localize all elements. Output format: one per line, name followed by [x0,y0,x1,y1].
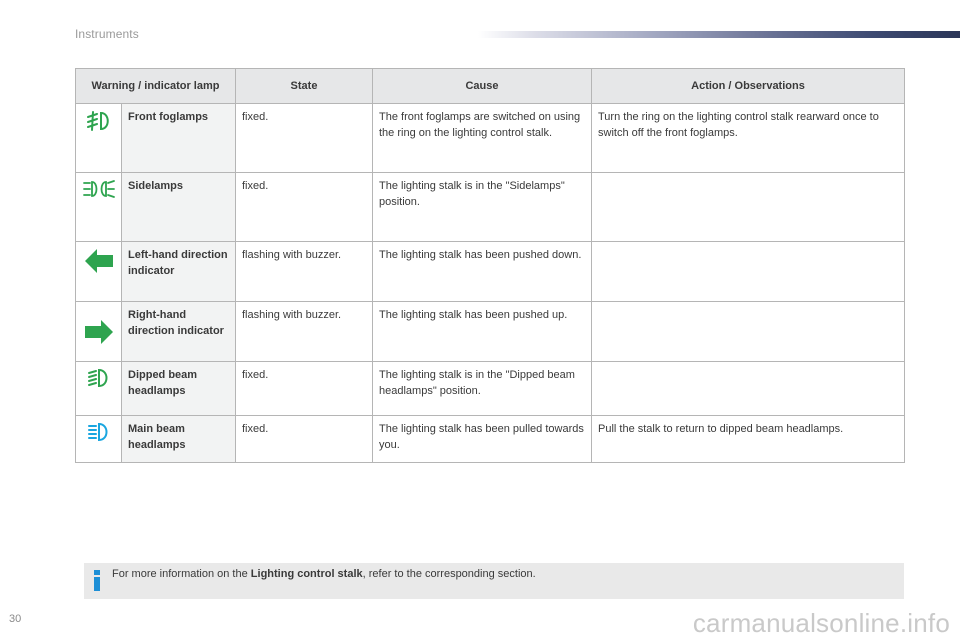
lamp-name: Sidelamps [121,172,236,242]
info-text-after: , refer to the corresponding section. [362,568,536,580]
lamp-icon-cell [75,172,122,242]
lamp-icon-cell [75,415,122,463]
table-row: Front foglamps fixed. The front foglamps… [75,103,905,173]
column-header-cause: Cause [372,68,592,104]
lamp-action [591,361,905,416]
table-row: Main beam headlamps fixed. The lighting … [75,415,905,463]
lamp-action: Turn the ring on the lighting control st… [591,103,905,173]
lamp-state: fixed. [235,361,373,416]
info-icon [94,570,100,591]
table-row: Right-hand direction indicator flashing … [75,301,905,362]
right-arrow-icon [84,320,113,344]
lamp-state: flashing with buzzer. [235,301,373,362]
lamp-cause: The lighting stalk has been pulled towar… [372,415,592,463]
column-header-state: State [235,68,373,104]
info-box: For more information on the Lighting con… [84,563,904,599]
lamp-state: fixed. [235,103,373,173]
lamp-cause: The front foglamps are switched on using… [372,103,592,173]
section-title: Instruments [75,27,139,41]
lamp-state: fixed. [235,172,373,242]
sidelamps-icon [83,180,115,198]
column-header-action: Action / Observations [591,68,905,104]
table-row: Dipped beam headlamps fixed. The lightin… [75,361,905,416]
table-row: Left-hand direction indicator flashing w… [75,241,905,302]
lamp-name: Left-hand direction indicator [121,241,236,302]
main-beam-icon [87,422,107,442]
warning-lamps-table: Warning / indicator lamp State Cause Act… [75,68,905,463]
lamp-state: flashing with buzzer. [235,241,373,302]
dipped-beam-icon [87,368,107,388]
lamp-icon-cell [75,301,122,362]
watermark: carmanualsonline.info [692,608,950,638]
lamp-icon-cell [75,103,122,173]
lamp-action [591,172,905,242]
lamp-action [591,301,905,362]
lamp-cause: The lighting stalk is in the "Dipped bea… [372,361,592,416]
lamp-cause: The lighting stalk has been pushed up. [372,301,592,362]
lamp-cause: The lighting stalk has been pushed down. [372,241,592,302]
table-header-row: Warning / indicator lamp State Cause Act… [75,68,905,104]
header-gradient-bar [478,31,960,38]
left-arrow-icon [84,249,113,273]
info-text-bold: Lighting control stalk [250,568,363,580]
info-text-before: For more information on the [112,568,251,580]
lamp-icon-cell [75,241,122,302]
front-foglamps-icon [86,111,109,131]
page-number: 30 [9,613,22,625]
lamp-name: Dipped beam headlamps [121,361,236,416]
info-text: For more information on the Lighting con… [112,568,536,580]
lamp-action: Pull the stalk to return to dipped beam … [591,415,905,463]
lamp-icon-cell [75,361,122,416]
lamp-action [591,241,905,302]
lamp-name: Right-hand direction indicator [121,301,236,362]
lamp-name: Front foglamps [121,103,236,173]
column-header-lamp: Warning / indicator lamp [75,68,236,104]
lamp-name: Main beam headlamps [121,415,236,463]
lamp-cause: The lighting stalk is in the "Sidelamps"… [372,172,592,242]
table-row: Sidelamps fixed. The lighting stalk is i… [75,172,905,242]
lamp-state: fixed. [235,415,373,463]
